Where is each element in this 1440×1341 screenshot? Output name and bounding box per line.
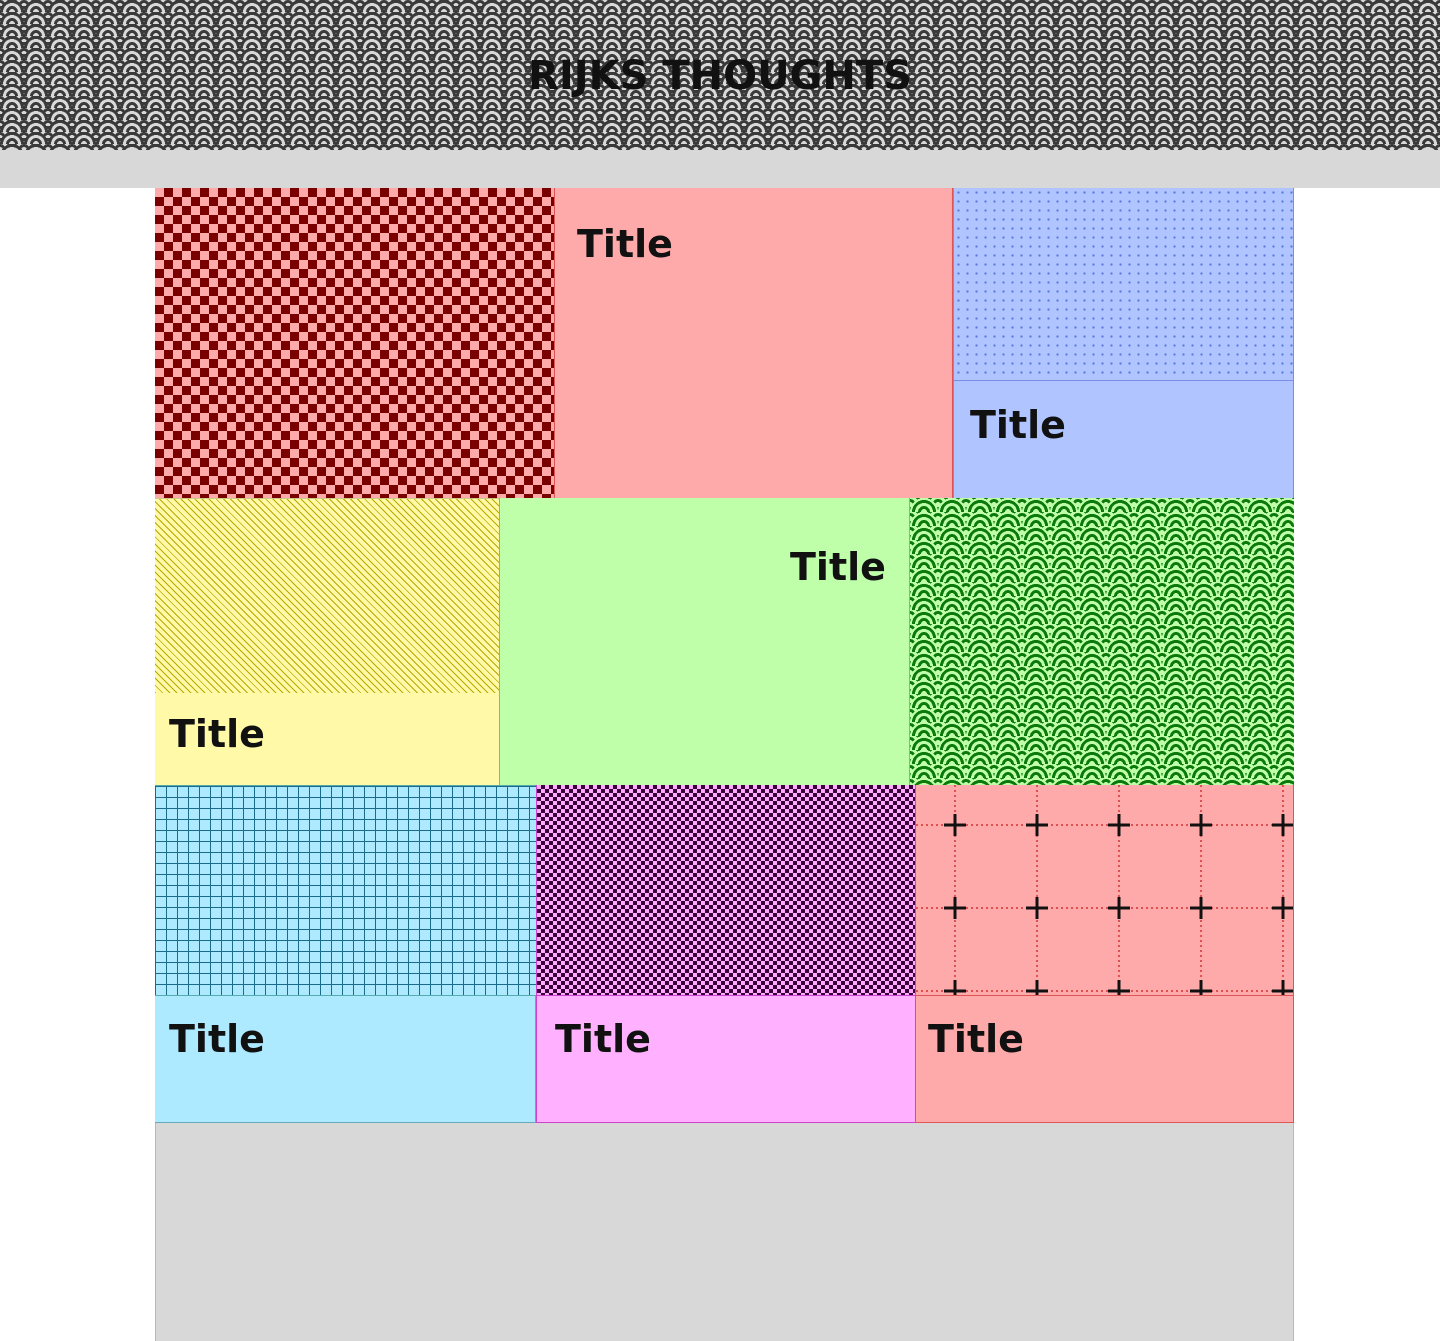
tile-8-title: Title (555, 1017, 651, 1061)
tile-3-title: Title (970, 403, 1066, 447)
site-header: RIJKS THOUGHTS (0, 0, 1440, 150)
tile-7[interactable]: Title (155, 996, 536, 1123)
cross-pattern (916, 785, 1293, 995)
tile-5[interactable]: Title (499, 498, 910, 785)
tile-9[interactable]: Title (915, 996, 1294, 1123)
site-title[interactable]: RIJKS THOUGHTS (0, 52, 1440, 100)
tile-7-pattern[interactable] (155, 785, 536, 996)
tile-2[interactable]: Title (555, 188, 953, 498)
tile-4-title: Title (169, 712, 265, 756)
tile-8-pattern[interactable] (536, 785, 915, 996)
tile-9-pattern[interactable] (915, 785, 1294, 996)
tile-4-pattern[interactable] (155, 498, 499, 693)
tile-6-pattern[interactable] (910, 498, 1294, 785)
tile-8[interactable]: Title (536, 996, 915, 1123)
tile-3[interactable]: Title (953, 381, 1294, 498)
tile-1-pattern[interactable] (155, 188, 555, 498)
tile-2-title: Title (577, 222, 673, 266)
tile-5-title: Title (790, 545, 886, 589)
tile-9-title: Title (928, 1017, 1024, 1061)
tile-3-pattern[interactable] (953, 188, 1294, 381)
tile-7-title: Title (169, 1017, 265, 1061)
nav-bar (0, 150, 1440, 188)
tile-4[interactable]: Title (155, 693, 499, 785)
